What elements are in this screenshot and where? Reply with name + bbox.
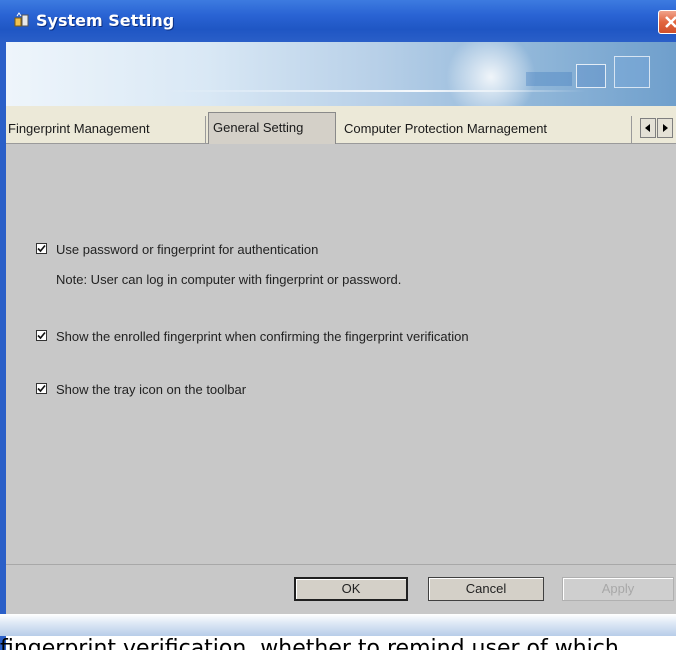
tab-fingerprint-management[interactable]: Fingerprint Management (6, 116, 206, 144)
checkbox[interactable] (36, 330, 47, 341)
system-setting-window: System Setting Fingerprint Management Ge… (0, 0, 676, 650)
banner-square-decoration (576, 64, 606, 88)
checkbox-label: Use password or fingerprint for authenti… (56, 242, 319, 257)
note-text: Note: User can log in computer with fing… (56, 272, 402, 287)
tab-scroll-left-button[interactable] (640, 118, 656, 138)
banner-line-decoration (166, 90, 586, 92)
dialog-button-bar: OK Cancel Apply (6, 564, 676, 614)
banner-square-decoration (614, 56, 650, 88)
close-button[interactable] (658, 10, 676, 34)
app-fingerprint-icon (14, 12, 30, 28)
checkmark-icon (37, 384, 46, 393)
banner-glow-decoration (446, 42, 536, 106)
banner-block-decoration (526, 72, 572, 86)
arrow-right-icon (663, 124, 668, 132)
checkbox[interactable] (36, 243, 47, 254)
apply-button[interactable]: Apply (562, 577, 674, 601)
checkmark-icon (37, 244, 46, 253)
general-setting-panel: Use password or fingerprint for authenti… (6, 144, 676, 564)
arrow-left-icon (645, 124, 650, 132)
cancel-button[interactable]: Cancel (428, 577, 544, 601)
title-bar: System Setting (0, 0, 676, 42)
tab-strip: Fingerprint Management General Setting C… (0, 106, 676, 145)
checkbox-label: Show the enrolled fingerprint when confi… (56, 329, 469, 344)
checkbox[interactable] (36, 383, 47, 394)
tab-general-setting[interactable]: General Setting (208, 112, 336, 145)
tab-scroll-buttons (640, 118, 676, 138)
close-icon (665, 16, 676, 28)
tab-computer-protection-management[interactable]: Computer Protection Marnagement (340, 116, 632, 144)
checkbox-label: Show the tray icon on the toolbar (56, 382, 247, 397)
window-title: System Setting (36, 11, 175, 30)
checkmark-icon (37, 331, 46, 340)
caption-text: fingerprint verification, whether to rem… (0, 636, 619, 650)
header-banner (6, 42, 676, 106)
ok-button[interactable]: OK (294, 577, 408, 601)
tab-scroll-right-button[interactable] (657, 118, 673, 138)
